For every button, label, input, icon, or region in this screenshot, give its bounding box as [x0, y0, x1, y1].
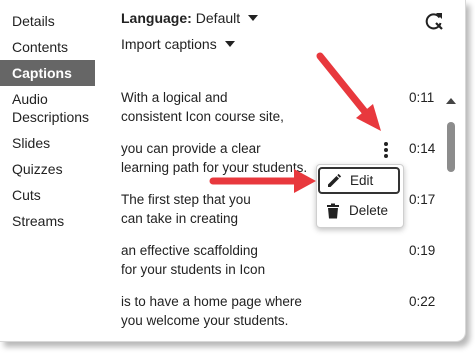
sidebar-item-quizzes[interactable]: Quizzes	[0, 156, 110, 182]
caption-timestamp: 0:11	[409, 90, 435, 105]
caption-line: With a logical and	[121, 90, 228, 105]
caption-text: With a logical and consistent Icon cours…	[121, 88, 331, 126]
edit-label: Edit	[350, 173, 374, 188]
language-value: Default	[195, 10, 241, 26]
caption-options-menu: Edit Delete	[316, 164, 404, 228]
caption-text: The first step that you can take in crea…	[121, 190, 331, 228]
scroll-thumb[interactable]	[447, 122, 455, 172]
trash-icon	[327, 203, 339, 218]
refresh-icon[interactable]	[424, 11, 444, 31]
scrollbar[interactable]	[446, 98, 456, 336]
caption-line: you welcome your students.	[121, 313, 289, 328]
more-options-icon[interactable]	[381, 141, 391, 159]
scroll-up-icon[interactable]	[446, 98, 456, 104]
import-captions-label: Import captions	[121, 36, 217, 52]
sidebar-item-slides[interactable]: Slides	[0, 130, 110, 156]
caption-timestamp: 0:17	[409, 192, 436, 207]
caption-timestamp: 0:14	[409, 141, 436, 156]
caption-line: you can provide a clear	[121, 141, 261, 156]
chevron-down-icon	[224, 41, 235, 47]
caption-row[interactable]: With a logical and consistent Icon cours…	[121, 88, 436, 139]
caption-line: for your students in Icon	[121, 262, 266, 277]
caption-line: can take in creating	[121, 211, 239, 226]
caption-text: an effective scaffolding for your studen…	[121, 241, 331, 279]
caption-text: is to have a home page where you welcome…	[121, 292, 331, 330]
sidebar: Details Contents Captions Audio Descript…	[0, 8, 110, 234]
caption-line: is to have a home page where	[121, 294, 302, 309]
caption-row[interactable]: is to have a home page where you welcome…	[121, 292, 436, 341]
caption-line: consistent Icon course site,	[121, 109, 284, 124]
edit-menu-item[interactable]: Edit	[318, 167, 400, 194]
caption-timestamp: 0:19	[409, 243, 436, 258]
import-captions-dropdown[interactable]: Import captions	[121, 36, 235, 52]
sidebar-item-captions[interactable]: Captions	[0, 60, 95, 86]
chevron-down-icon	[248, 15, 259, 21]
caption-text: you can provide a clear learning path fo…	[121, 139, 331, 177]
captions-panel: Details Contents Captions Audio Descript…	[0, 0, 466, 342]
delete-label: Delete	[349, 203, 389, 218]
delete-menu-item[interactable]: Delete	[319, 197, 399, 224]
sidebar-item-contents[interactable]: Contents	[0, 34, 110, 60]
caption-row[interactable]: an effective scaffolding for your studen…	[121, 241, 436, 292]
caption-line: an effective scaffolding	[121, 243, 258, 258]
language-label: Language:	[121, 10, 192, 26]
language-dropdown[interactable]: Language: Default	[121, 10, 259, 26]
caption-line: The first step that you	[121, 192, 251, 207]
sidebar-item-streams[interactable]: Streams	[0, 208, 110, 234]
sidebar-item-details[interactable]: Details	[0, 8, 110, 34]
sidebar-item-audio-descriptions[interactable]: Audio Descriptions	[0, 86, 110, 130]
caption-timestamp: 0:22	[409, 294, 436, 309]
caption-line: learning path for your students.	[121, 160, 308, 175]
pencil-icon	[328, 173, 342, 187]
sidebar-item-cuts[interactable]: Cuts	[0, 182, 110, 208]
